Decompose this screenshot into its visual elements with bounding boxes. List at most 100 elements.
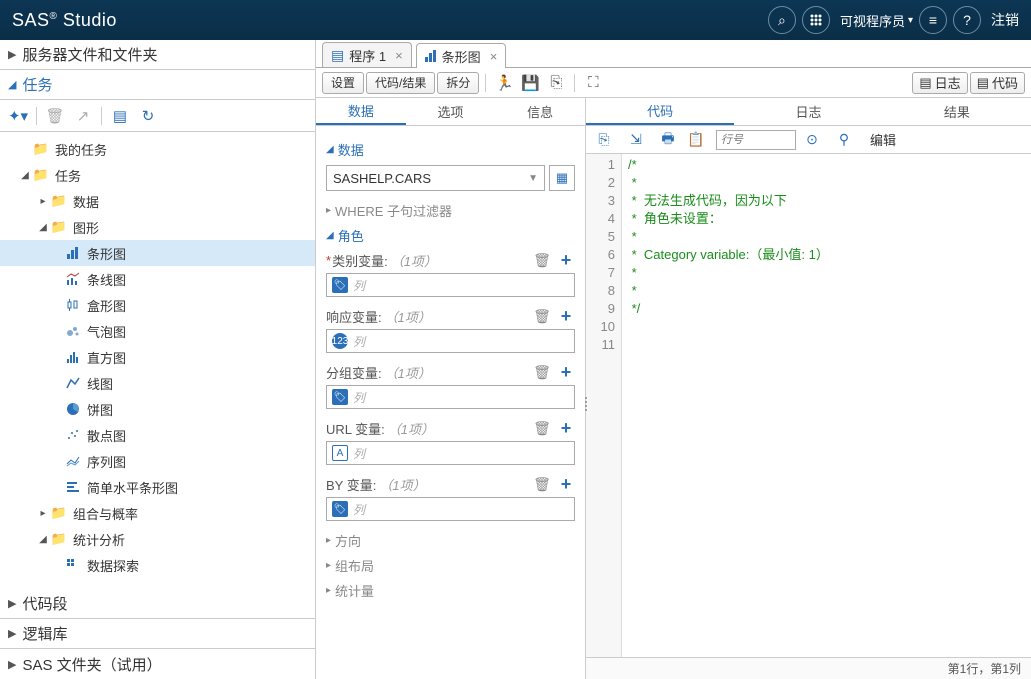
role-dropzone[interactable]: 🏷列 <box>326 273 575 297</box>
tree-scatter[interactable]: 散点图 <box>0 422 315 448</box>
delete-icon[interactable]: 🗑 <box>533 364 551 382</box>
tree-box[interactable]: 盒形图 <box>0 292 315 318</box>
delete-icon[interactable]: 🗑 <box>533 252 551 270</box>
accordion-snippets[interactable]: ▶代码段 <box>0 589 315 619</box>
saveas-icon[interactable]: ⎘ <box>544 71 568 95</box>
add-icon[interactable]: + <box>557 252 575 270</box>
role-response: 响应变量:（1项）🗑+ 123列 <box>326 307 575 353</box>
accordion-tasks[interactable]: ◢任务 <box>0 70 315 100</box>
tab-options[interactable]: 选项 <box>406 98 496 125</box>
find-icon[interactable]: ⚲ <box>832 129 856 151</box>
save-icon[interactable]: 💾 <box>518 71 542 95</box>
copy-icon[interactable]: ⎘ <box>592 129 616 151</box>
sub-toolbar: 设置 代码/结果 拆分 🏃 💾 ⎘ ⛶ ▤日志 ▤代码 <box>316 68 1031 98</box>
add-icon[interactable]: + <box>557 364 575 382</box>
accordion-sasfolders[interactable]: ▶SAS 文件夹（试用） <box>0 649 315 679</box>
logout-link[interactable]: 注销 <box>991 10 1019 30</box>
tree-graphics[interactable]: ◢📁图形 <box>0 214 315 240</box>
close-icon[interactable]: × <box>395 48 403 63</box>
tree-stats[interactable]: ◢📁统计分析 <box>0 526 315 552</box>
run-icon[interactable]: 🏃 <box>492 71 516 95</box>
tree-bubble[interactable]: 气泡图 <box>0 318 315 344</box>
apps-icon[interactable] <box>802 6 830 34</box>
tree-bar-chart[interactable]: 条形图 <box>0 240 315 266</box>
tree-hist[interactable]: 直方图 <box>0 344 315 370</box>
export-icon[interactable]: ⇲ <box>624 129 648 151</box>
tree-tasks[interactable]: ◢📁任务 <box>0 162 315 188</box>
role-url: URL 变量:（1项）🗑+ A列 <box>326 419 575 465</box>
new-task-icon[interactable]: ✦▾ <box>6 104 30 128</box>
tree-line-bar[interactable]: 条线图 <box>0 266 315 292</box>
delete-icon[interactable]: 🗑 <box>533 308 551 326</box>
coderesult-button[interactable]: 代码/结果 <box>366 72 435 94</box>
role-dropzone[interactable]: 🏷列 <box>326 385 575 409</box>
section-stat[interactable]: ▸统计量 <box>326 581 575 600</box>
tree-combo[interactable]: ▸📁组合与概率 <box>0 500 315 526</box>
settings-button[interactable]: 设置 <box>322 72 364 94</box>
edit-link[interactable]: 编辑 <box>870 130 896 149</box>
section-layout[interactable]: ▸组布局 <box>326 556 575 575</box>
delete-icon[interactable]: 🗑 <box>533 420 551 438</box>
role-label: BY 变量: <box>326 475 376 494</box>
user-menu[interactable]: 可视程序员 ▾ <box>840 11 913 30</box>
brand-label: SAS® Studio <box>12 10 117 31</box>
log-button[interactable]: ▤日志 <box>912 72 967 94</box>
section-where[interactable]: ▸WHERE 子句过滤器 <box>326 201 575 220</box>
section-roles[interactable]: ◢角色 <box>326 226 575 245</box>
role-dropzone[interactable]: 123列 <box>326 329 575 353</box>
tab-results[interactable]: 结果 <box>883 98 1031 125</box>
tab-program-1[interactable]: ▤程序 1× <box>322 42 412 67</box>
section-direction[interactable]: ▸方向 <box>326 531 575 550</box>
tab-data[interactable]: 数据 <box>316 98 406 125</box>
tasks-toolbar: ✦▾ 🗑 ↗ ▤ ↻ <box>0 100 315 132</box>
code-tabs: 代码 日志 结果 <box>586 98 1031 126</box>
tree-my-tasks[interactable]: 📁我的任务 <box>0 136 315 162</box>
help-icon[interactable]: ? <box>953 6 981 34</box>
fullscreen-icon[interactable]: ⛶ <box>581 71 605 95</box>
tab-bar-chart[interactable]: 条形图× <box>416 43 507 68</box>
tree-simplebar[interactable]: 简单水平条形图 <box>0 474 315 500</box>
add-icon[interactable]: + <box>557 420 575 438</box>
splitter-handle[interactable] <box>583 389 589 419</box>
tree-data[interactable]: ▸📁数据 <box>0 188 315 214</box>
role-dropzone[interactable]: 🏷列 <box>326 497 575 521</box>
search-icon[interactable]: ⌕ <box>768 6 796 34</box>
accordion-libs[interactable]: ▶逻辑库 <box>0 619 315 649</box>
line-gutter: 1234567891011 <box>586 154 622 657</box>
config-pane: 数据 选项 信息 ◢数据 SASHELP.CARS▼ ▦ ▸WHERE 子句过滤… <box>316 98 586 679</box>
tree-lineplot[interactable]: 线图 <box>0 370 315 396</box>
tab-code[interactable]: 代码 <box>586 98 734 125</box>
delete-icon[interactable]: 🗑 <box>43 104 67 128</box>
add-icon[interactable]: + <box>557 308 575 326</box>
clipboard-icon[interactable]: 📋 <box>684 129 708 151</box>
section-data[interactable]: ◢数据 <box>326 140 575 159</box>
role-dropzone[interactable]: A列 <box>326 441 575 465</box>
content-area: ▤程序 1× 条形图× 设置 代码/结果 拆分 🏃 💾 ⎘ ⛶ ▤日志 ▤代码 … <box>316 40 1031 679</box>
split-button[interactable]: 拆分 <box>437 72 479 94</box>
dataset-browse-icon[interactable]: ▦ <box>549 165 575 191</box>
tree-pie[interactable]: 饼图 <box>0 396 315 422</box>
add-icon[interactable]: + <box>557 476 575 494</box>
code-toolbar: ⎘ ⇲ 🖶 📋 ⊙ ⚲ 编辑 <box>586 126 1031 154</box>
print-icon[interactable]: 🖶 <box>656 129 680 151</box>
code-body: /* * * 无法生成代码，因为以下 * 角色未设置： * * Category… <box>622 154 1031 657</box>
close-icon[interactable]: × <box>490 49 498 64</box>
dataset-combo[interactable]: SASHELP.CARS▼ <box>326 165 545 191</box>
goto-icon[interactable]: ⊙ <box>800 129 824 151</box>
open-icon[interactable]: ↗ <box>71 104 95 128</box>
tab-log[interactable]: 日志 <box>734 98 882 125</box>
refresh-icon[interactable]: ↻ <box>136 104 160 128</box>
lineno-input[interactable] <box>716 130 796 150</box>
task-tree: 📁我的任务 ◢📁任务 ▸📁数据 ◢📁图形 条形图 条线图 盒形图 气泡图 直方图… <box>0 132 315 589</box>
code-button[interactable]: ▤代码 <box>970 72 1025 94</box>
tab-info[interactable]: 信息 <box>495 98 585 125</box>
code-editor[interactable]: 1234567891011 /* * * 无法生成代码，因为以下 * 角色未设置… <box>586 154 1031 657</box>
accordion-files[interactable]: ▶服务器文件和文件夹 <box>0 40 315 70</box>
properties-icon[interactable]: ▤ <box>108 104 132 128</box>
tree-explore[interactable]: 数据探索 <box>0 552 315 578</box>
tree-series[interactable]: 序列图 <box>0 448 315 474</box>
more-icon[interactable]: ≡ <box>919 6 947 34</box>
role-label: URL 变量: <box>326 419 385 438</box>
delete-icon[interactable]: 🗑 <box>533 476 551 494</box>
role-label: 响应变量: <box>326 307 382 326</box>
